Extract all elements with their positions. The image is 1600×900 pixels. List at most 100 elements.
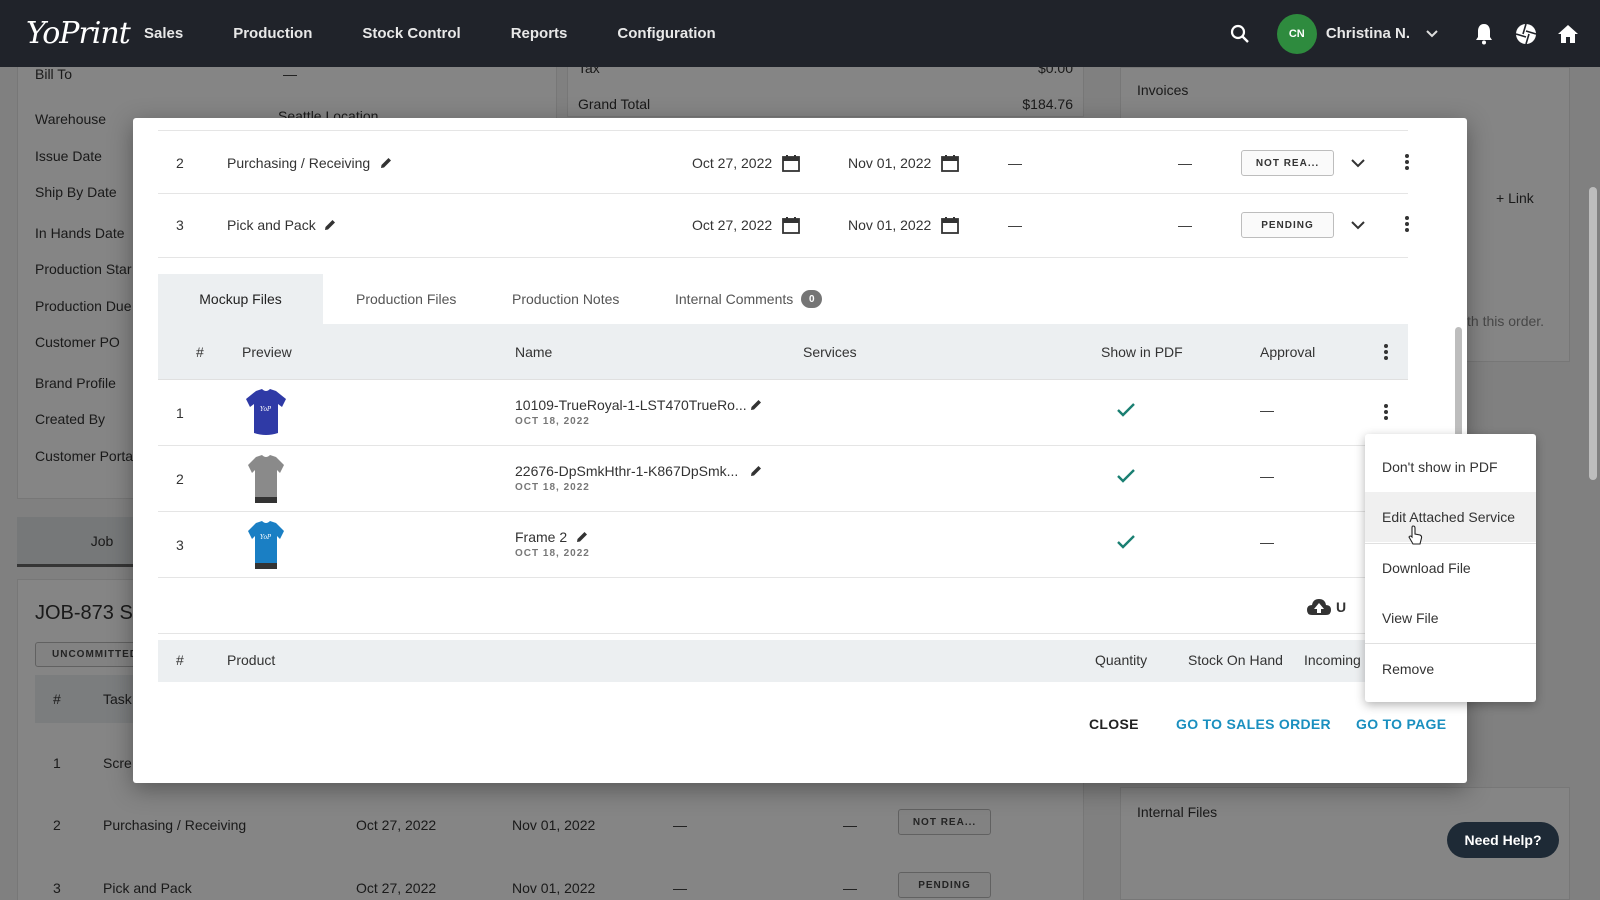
avatar[interactable]: CN	[1276, 13, 1317, 54]
nav-item-production[interactable]: Production	[233, 25, 312, 42]
task-num: 3	[176, 217, 184, 233]
tab-production-files[interactable]: Production Files	[356, 274, 456, 324]
pencil-icon[interactable]	[749, 398, 763, 412]
check-icon[interactable]	[1116, 402, 1136, 418]
task-end-date[interactable]: Nov 01, 2022	[848, 217, 931, 233]
pencil-icon[interactable]	[379, 156, 393, 170]
upload-button-label[interactable]: U	[1336, 599, 1346, 615]
tab-label: Production Files	[356, 291, 457, 307]
tab-label: Production Notes	[512, 291, 620, 307]
file-name: 22676-DpSmkHthr-1-K867DpSmk...	[515, 463, 739, 479]
nav-item-sales[interactable]: Sales	[144, 25, 183, 42]
need-help-button[interactable]: Need Help?	[1447, 822, 1559, 858]
task-start-date[interactable]: Oct 27, 2022	[692, 155, 772, 171]
aperture-icon[interactable]	[1514, 23, 1538, 45]
col-show-in-pdf: Show in PDF	[1101, 344, 1183, 360]
files-table-header: # Preview Name Services Show in PDF Appr…	[158, 324, 1408, 380]
search-icon[interactable]	[1228, 22, 1252, 46]
page-scrollbar[interactable]	[1589, 187, 1597, 480]
file-date: OCT 18, 2022	[515, 548, 590, 559]
nav-item-stock-control[interactable]: Stock Control	[362, 25, 460, 42]
col-name: Name	[515, 344, 553, 360]
tab-production-notes[interactable]: Production Notes	[512, 274, 619, 324]
modal-scrollbar[interactable]	[1455, 327, 1462, 437]
bell-icon[interactable]	[1472, 23, 1496, 45]
tab-label: Internal Comments	[675, 291, 794, 307]
nav-right: CN Christina N.	[1228, 0, 1600, 67]
pencil-icon[interactable]	[575, 530, 589, 544]
task-dash-b: —	[1178, 155, 1192, 171]
close-button[interactable]: CLOSE	[1089, 716, 1139, 732]
file-date: OCT 18, 2022	[515, 416, 590, 427]
calendar-icon[interactable]	[781, 153, 801, 173]
calendar-icon[interactable]	[940, 153, 960, 173]
products-table-header: # Product Quantity Stock On Hand Incomin…	[158, 640, 1408, 682]
file-name: 10109-TrueRoyal-1-LST470TrueRo...	[515, 397, 747, 413]
task-status-button[interactable]: PENDING	[1241, 212, 1334, 238]
svg-text:YoP: YoP	[260, 534, 272, 541]
row-num: 2	[176, 471, 184, 487]
chevron-down-icon[interactable]	[1422, 29, 1442, 38]
more-vert-icon[interactable]	[1383, 324, 1389, 380]
check-icon[interactable]	[1116, 468, 1136, 484]
hand-cursor-icon	[1408, 525, 1424, 548]
yoprint-logo[interactable]: YoPrint	[26, 16, 144, 51]
files-tabs: Mockup Files Production Files Production…	[158, 274, 1408, 324]
menu-edit-attached-service[interactable]: Edit Attached Service	[1365, 492, 1536, 542]
col-product: Product	[227, 652, 276, 668]
preview-thumbnail[interactable]: YoP	[240, 387, 292, 439]
col-num: #	[196, 344, 204, 360]
task-dash-a: —	[1008, 217, 1022, 233]
upload-area: U	[158, 578, 1408, 634]
svg-text:YoP: YoP	[260, 406, 272, 413]
tab-mockup-files[interactable]: Mockup Files	[158, 274, 323, 324]
task-num: 2	[176, 155, 184, 171]
file-date: OCT 18, 2022	[515, 482, 590, 493]
preview-thumbnail[interactable]	[240, 453, 292, 505]
mockup-files-table: # Preview Name Services Show in PDF Appr…	[158, 324, 1408, 694]
tab-internal-comments[interactable]: Internal Comments 0	[675, 274, 823, 324]
chevron-down-icon[interactable]	[1351, 159, 1365, 168]
nav-item-configuration[interactable]: Configuration	[617, 25, 715, 42]
col-preview: Preview	[242, 344, 292, 360]
table-row: 2 22676-DpSmkHthr-1-K867DpSmk... OCT 18,…	[158, 446, 1408, 512]
comments-count-badge: 0	[801, 290, 823, 308]
table-row: 1 YoP 10109-TrueRoyal-1-LST470TrueRo... …	[158, 380, 1408, 446]
chevron-down-icon[interactable]	[1351, 221, 1365, 230]
task-dash-b: —	[1178, 217, 1192, 233]
approval-value: —	[1260, 534, 1274, 550]
task-end-date[interactable]: Nov 01, 2022	[848, 155, 931, 171]
menu-dont-show-in-pdf[interactable]: Don't show in PDF	[1365, 442, 1536, 492]
home-icon[interactable]	[1556, 24, 1580, 44]
menu-view-file[interactable]: View File	[1365, 593, 1536, 643]
row-num: 1	[176, 405, 184, 421]
col-num: #	[176, 652, 184, 668]
nav-item-reports[interactable]: Reports	[511, 25, 568, 42]
modal-task-row: 3 Pick and Pack Oct 27, 2022 Nov 01, 202…	[158, 194, 1410, 258]
pencil-icon[interactable]	[749, 464, 763, 478]
go-to-page-button[interactable]: GO TO PAGE	[1356, 716, 1446, 732]
task-start-date[interactable]: Oct 27, 2022	[692, 217, 772, 233]
more-vert-icon[interactable]	[1404, 153, 1410, 171]
approval-value: —	[1260, 468, 1274, 484]
menu-download-file[interactable]: Download File	[1365, 543, 1536, 593]
modal-task-row: 2 Purchasing / Receiving Oct 27, 2022 No…	[158, 130, 1410, 194]
preview-thumbnail[interactable]: YoP	[240, 519, 292, 571]
main-nav: Sales Production Stock Control Reports C…	[144, 25, 766, 42]
check-icon[interactable]	[1116, 534, 1136, 550]
tab-label: Mockup Files	[199, 291, 282, 307]
task-dash-a: —	[1008, 155, 1022, 171]
col-quantity: Quantity	[1095, 652, 1148, 668]
go-to-sales-order-button[interactable]: GO TO SALES ORDER	[1176, 716, 1331, 732]
calendar-icon[interactable]	[781, 215, 801, 235]
more-vert-icon[interactable]	[1404, 215, 1410, 233]
pencil-icon[interactable]	[323, 218, 337, 232]
top-navbar: YoPrint Sales Production Stock Control R…	[0, 0, 1600, 67]
user-name[interactable]: Christina N.	[1326, 25, 1410, 42]
calendar-icon[interactable]	[940, 215, 960, 235]
cloud-upload-icon[interactable]	[1306, 598, 1332, 616]
task-status-button[interactable]: NOT REA...	[1241, 150, 1334, 176]
task-name: Purchasing / Receiving	[227, 155, 371, 171]
more-vert-icon[interactable]	[1383, 403, 1389, 421]
menu-remove[interactable]: Remove	[1365, 644, 1536, 694]
